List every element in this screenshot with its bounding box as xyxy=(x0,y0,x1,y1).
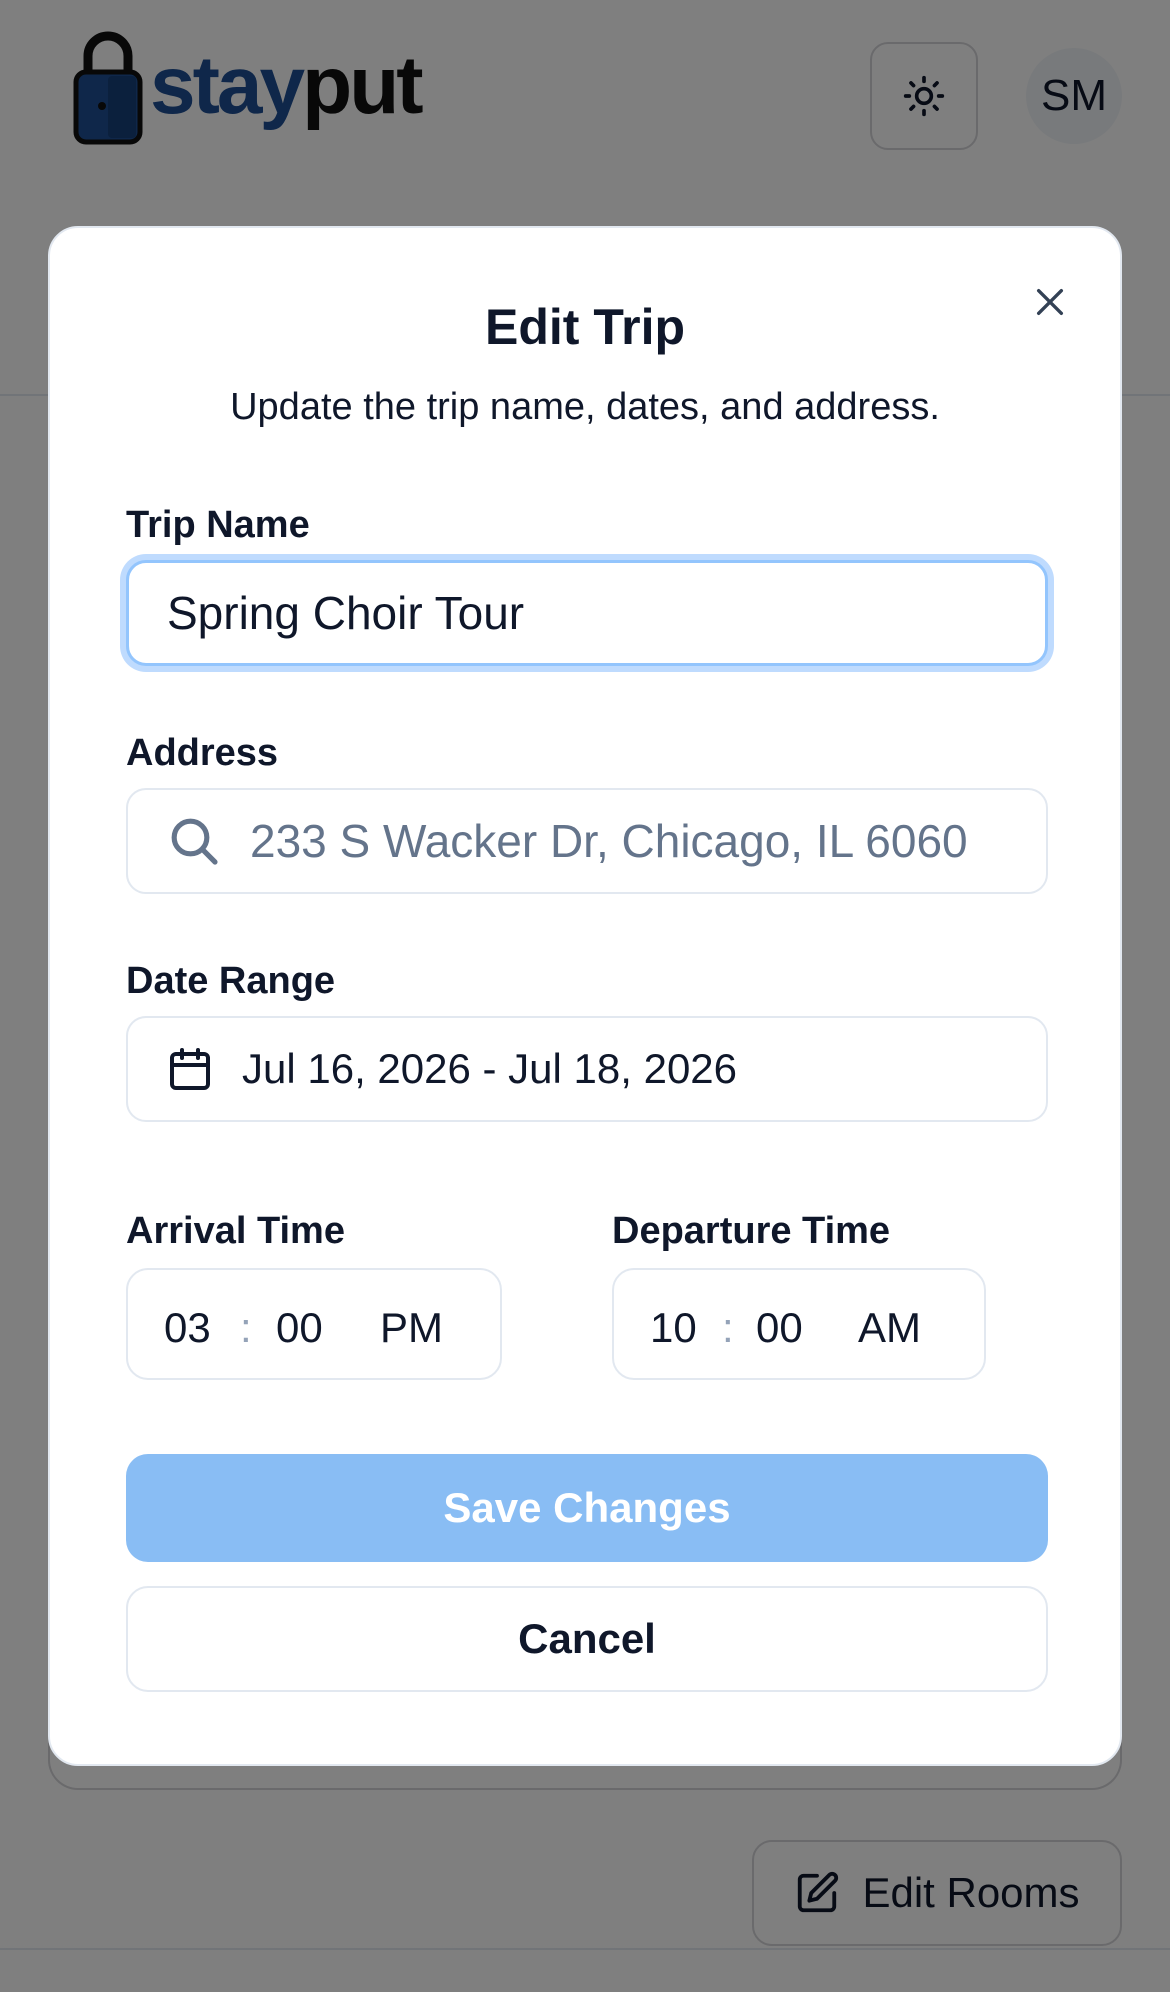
trip-name-input[interactable]: Spring Choir Tour xyxy=(126,560,1048,666)
arrival-period[interactable]: PM xyxy=(380,1304,443,1352)
arrival-hour[interactable]: 03 xyxy=(164,1304,211,1352)
trip-name-value: Spring Choir Tour xyxy=(167,587,525,639)
date-range-label: Date Range xyxy=(126,960,336,1002)
dialog-description: Update the trip name, dates, and address… xyxy=(230,386,940,428)
departure-time-input[interactable]: 10 : 00 AM xyxy=(612,1268,986,1380)
save-changes-button[interactable]: Save Changes xyxy=(126,1454,1048,1562)
app-root: stayput SM Edit Rooms xyxy=(0,0,1170,1992)
search-icon xyxy=(166,813,222,869)
edit-trip-dialog: Edit Trip Update the trip name, dates, a… xyxy=(48,226,1122,1766)
departure-time-label: Departure Time xyxy=(612,1210,891,1252)
arrival-time-input[interactable]: 03 : 00 PM xyxy=(126,1268,502,1380)
date-range-picker[interactable]: Jul 16, 2026 - Jul 18, 2026 xyxy=(126,1016,1048,1122)
arrival-minute[interactable]: 00 xyxy=(276,1304,323,1352)
dialog-title: Edit Trip xyxy=(485,299,685,355)
departure-separator: : xyxy=(722,1304,734,1351)
trip-name-label: Trip Name xyxy=(126,504,310,546)
arrival-separator: : xyxy=(240,1304,252,1351)
arrival-time-label: Arrival Time xyxy=(126,1210,345,1252)
departure-period[interactable]: AM xyxy=(858,1304,921,1352)
departure-minute[interactable]: 00 xyxy=(756,1304,803,1352)
address-value: 233 S Wacker Dr, Chicago, IL 6060 xyxy=(250,815,968,867)
cancel-button[interactable]: Cancel xyxy=(126,1586,1048,1692)
date-range-value: Jul 16, 2026 - Jul 18, 2026 xyxy=(242,1045,738,1092)
address-input[interactable]: 233 S Wacker Dr, Chicago, IL 6060 xyxy=(126,788,1048,894)
address-label: Address xyxy=(126,732,279,774)
departure-hour[interactable]: 10 xyxy=(650,1304,697,1352)
calendar-icon xyxy=(166,1045,214,1093)
